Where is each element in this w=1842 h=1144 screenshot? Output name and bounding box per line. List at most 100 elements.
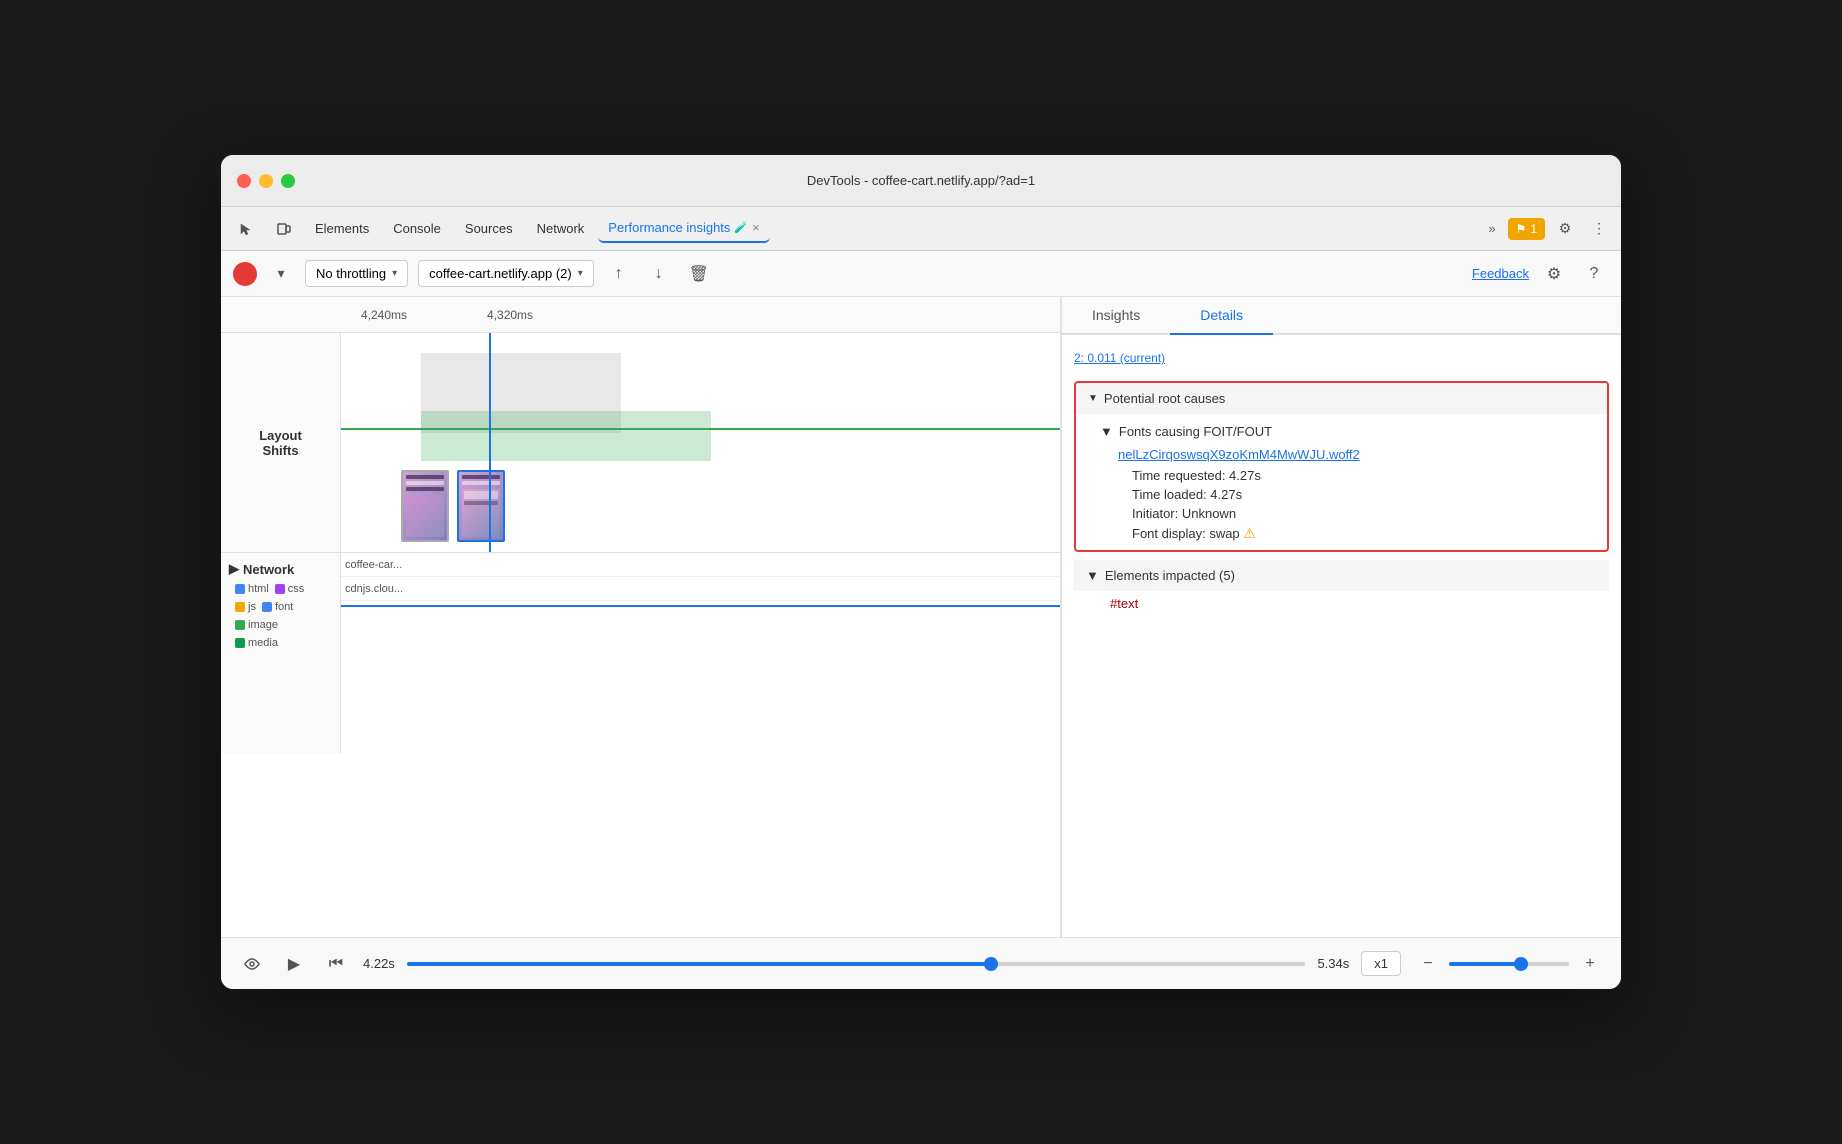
potential-root-causes-header[interactable]: ▼ Potential root causes — [1076, 383, 1607, 414]
elements-section: ▼ Elements impacted (5) #text — [1074, 560, 1609, 617]
issues-badge[interactable]: ⚑ 1 — [1508, 218, 1545, 240]
maximize-button[interactable] — [281, 174, 295, 188]
html-dot — [235, 584, 245, 594]
time-loaded-row: Time loaded: 4.27s — [1100, 485, 1595, 504]
help-button[interactable]: ? — [1579, 259, 1609, 289]
tab-performance-insights[interactable]: Performance insights 🧪 × — [598, 214, 769, 243]
legend-html: html — [235, 583, 269, 595]
thumbnail-item-selected[interactable] — [457, 470, 505, 542]
zoom-in-button[interactable]: + — [1575, 949, 1605, 979]
record-button[interactable] — [233, 262, 257, 286]
left-panel: 4,240ms 4,320ms Layout Shifts — [221, 297, 1061, 937]
legend-media: media — [235, 637, 278, 649]
play-button[interactable]: ▶ — [279, 949, 309, 979]
tab-details[interactable]: Details — [1170, 297, 1273, 335]
version-line: 2: 0.011 (current) — [1074, 347, 1609, 373]
tab-bar: Elements Console Sources Network Perform… — [221, 207, 1621, 251]
right-tabs: Insights Details — [1062, 297, 1621, 335]
settings-icon-button[interactable]: ⚙ — [1539, 259, 1569, 289]
url-dropdown[interactable]: coffee-cart.netlify.app (2) ▾ — [418, 260, 594, 287]
upload-button[interactable]: ↑ — [604, 259, 634, 289]
timeline-header: 4,240ms 4,320ms — [221, 297, 1060, 333]
zoom-out-button[interactable]: − — [1413, 949, 1443, 979]
tab-right-icons: » ⚑ 1 ⚙ ⋮ — [1482, 215, 1613, 243]
fonts-subsection: ▼ Fonts causing FOIT/FOUT nelLzCirqoswsq… — [1076, 414, 1607, 550]
network-header[interactable]: ▶ Network — [229, 561, 332, 577]
warning-flag-icon: ⚑ — [1516, 222, 1527, 236]
delete-button[interactable]: 🗑 — [684, 259, 714, 289]
triangle-down-icon2: ▼ — [1100, 424, 1113, 439]
layout-shifts-section: Layout Shifts — [221, 333, 1060, 553]
devtools-window: DevTools - coffee-cart.netlify.app/?ad=1… — [221, 155, 1621, 989]
speed-badge[interactable]: x1 — [1361, 951, 1401, 976]
network-legend: html css js font — [229, 577, 332, 655]
close-button[interactable] — [237, 174, 251, 188]
toolbar: ▾ No throttling ▾ coffee-cart.netlify.ap… — [221, 251, 1621, 297]
download-button[interactable]: ↓ — [644, 259, 674, 289]
tab-cursor-icon[interactable] — [229, 216, 263, 242]
window-title: DevTools - coffee-cart.netlify.app/?ad=1 — [807, 173, 1035, 188]
time-requested-row: Time requested: 4.27s — [1100, 466, 1595, 485]
settings-button[interactable]: ⚙ — [1551, 215, 1579, 243]
hash-text-item: #text — [1086, 596, 1138, 611]
triangle-down-icon3: ▼ — [1086, 568, 1099, 583]
more-options-button[interactable]: ⋮ — [1585, 215, 1613, 243]
font-dot — [262, 602, 272, 612]
font-display-row: Font display: swap ⚠ — [1100, 523, 1595, 544]
title-bar: DevTools - coffee-cart.netlify.app/?ad=1 — [221, 155, 1621, 207]
network-label-panel: ▶ Network html css — [221, 553, 341, 753]
warning-icon: ⚠ — [1243, 525, 1256, 541]
main-content: 4,240ms 4,320ms Layout Shifts — [221, 297, 1621, 937]
zoom-thumb[interactable] — [1514, 957, 1528, 971]
blue-timeline-cursor — [489, 333, 491, 552]
url-arrow-icon: ▾ — [578, 268, 583, 279]
throttling-dropdown[interactable]: No throttling ▾ — [305, 260, 408, 287]
image-dot — [235, 620, 245, 630]
more-tabs-button[interactable]: » — [1482, 217, 1501, 240]
network-section: ▶ Network html css — [221, 553, 1060, 753]
minimize-button[interactable] — [259, 174, 273, 188]
tab-insights[interactable]: Insights — [1062, 297, 1170, 335]
beaker-icon: 🧪 — [734, 221, 748, 234]
bottom-bar: ▶ ⏮ 4.22s 5.34s x1 − + — [221, 937, 1621, 989]
right-panel: Insights Details 2: 0.011 (current) ▼ Po… — [1061, 297, 1621, 937]
network-rows: coffee-car... cdnjs.clou... — [341, 553, 1060, 753]
network-collapse-icon: ▶ — [229, 561, 239, 577]
tab-device-icon[interactable] — [267, 216, 301, 242]
legend-image: image — [235, 619, 278, 631]
throttling-arrow-icon: ▾ — [392, 268, 397, 279]
tab-sources[interactable]: Sources — [455, 215, 523, 242]
layout-shifts-timeline — [341, 333, 1060, 552]
green-timeline-rect — [421, 411, 711, 461]
timeline-slider[interactable] — [407, 962, 1306, 966]
font-file-link[interactable]: nelLzCirqoswsqX9zoKmM4MwWJU.woff2 — [1100, 447, 1595, 462]
skip-to-start-button[interactable]: ⏮ — [321, 949, 351, 979]
tab-elements[interactable]: Elements — [305, 215, 379, 242]
network-progress-line — [341, 601, 1060, 607]
zoom-track[interactable] — [1449, 962, 1569, 966]
elements-list: #text — [1074, 591, 1609, 617]
tab-network[interactable]: Network — [527, 215, 595, 242]
eye-button[interactable] — [237, 949, 267, 979]
thumbnail-item[interactable] — [401, 470, 449, 542]
network-row[interactable]: cdnjs.clou... — [341, 577, 1060, 601]
slider-thumb[interactable] — [984, 957, 998, 971]
fonts-header[interactable]: ▼ Fonts causing FOIT/FOUT — [1100, 420, 1595, 443]
feedback-link[interactable]: Feedback — [1472, 266, 1529, 281]
css-dot — [275, 584, 285, 594]
legend-css: css — [275, 583, 305, 595]
legend-js: js — [235, 601, 256, 613]
time-start-label: 4.22s — [363, 956, 395, 971]
elements-impacted-header[interactable]: ▼ Elements impacted (5) — [1074, 560, 1609, 591]
network-row[interactable]: coffee-car... — [341, 553, 1060, 577]
layout-shifts-label: Layout Shifts — [221, 333, 341, 552]
cursor-icon — [239, 222, 253, 236]
highlight-box: ▼ Potential root causes ▼ Fonts causing … — [1074, 381, 1609, 552]
media-dot — [235, 638, 245, 648]
dropdown-arrow-icon[interactable]: ▾ — [267, 260, 295, 288]
tab-console[interactable]: Console — [383, 215, 451, 242]
zoom-controls: − + — [1413, 949, 1605, 979]
traffic-lights — [237, 174, 295, 188]
triangle-down-icon: ▼ — [1088, 393, 1098, 404]
slider-track[interactable] — [407, 962, 1306, 966]
